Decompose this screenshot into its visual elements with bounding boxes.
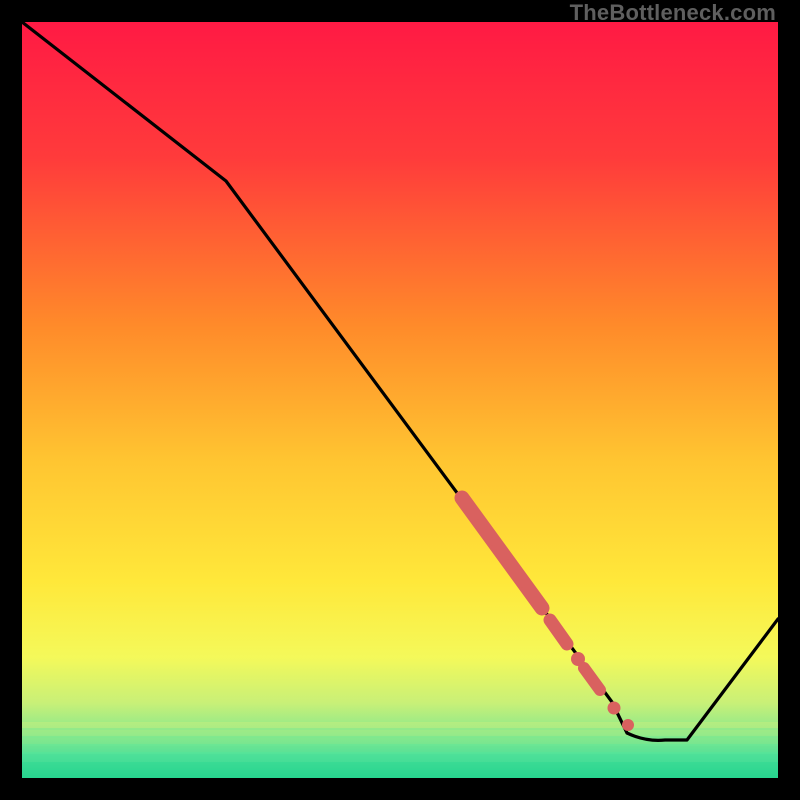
plot-area (22, 22, 778, 778)
green-bands (22, 722, 778, 778)
highlight-dot-3 (622, 719, 634, 731)
chart-frame: TheBottleneck.com (0, 0, 800, 800)
gradient-background (22, 22, 778, 778)
watermark-text: TheBottleneck.com (570, 0, 776, 26)
highlight-dot-2 (608, 702, 621, 715)
chart-svg (22, 22, 778, 778)
